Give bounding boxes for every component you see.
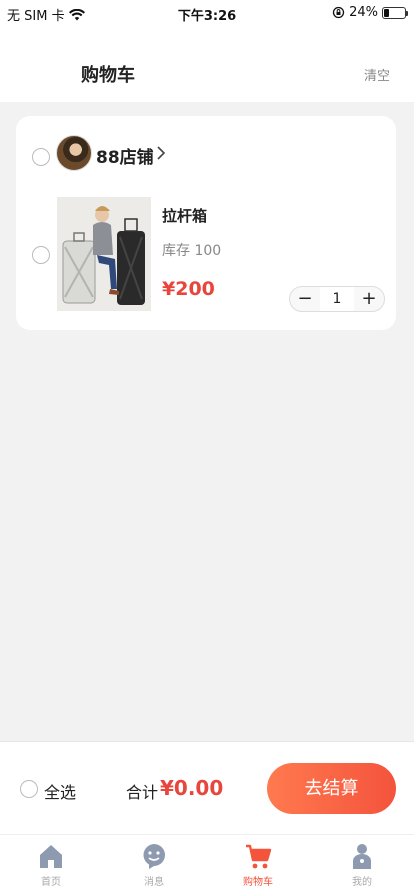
nav-bar: 购物车 清空	[0, 28, 414, 102]
product-price: ¥200	[162, 278, 215, 300]
product-stock: 库存 100	[162, 243, 222, 259]
tab-home[interactable]: 首页	[11, 841, 91, 888]
clear-cart-button[interactable]: 清空	[364, 65, 390, 84]
page-title: 购物车	[81, 65, 135, 86]
battery-fill	[384, 8, 389, 17]
tab-label-home: 首页	[41, 877, 61, 888]
quantity-stepper: − 1 +	[289, 286, 385, 312]
battery-icon	[382, 6, 408, 19]
decrement-button[interactable]: −	[290, 287, 320, 311]
store-card: 88店铺 拉杆箱 库存 100 ¥200 − 1 +	[16, 116, 396, 330]
total-label: 合计	[126, 783, 159, 802]
tab-cart[interactable]: 购物车	[218, 841, 298, 888]
tab-label-messages: 消息	[144, 877, 164, 888]
product-select-radio[interactable]	[32, 246, 50, 264]
checkout-button[interactable]: 去结算	[267, 763, 396, 814]
status-bar: 无 SIM 卡 下午3:26 24%	[0, 0, 414, 28]
tab-bar: 首页 消息 购物车 我的	[0, 834, 414, 896]
total-value: ¥0.00	[160, 776, 224, 800]
tab-messages[interactable]: 消息	[114, 841, 194, 888]
product-name[interactable]: 拉杆箱	[162, 205, 207, 226]
store-avatar	[56, 135, 92, 171]
message-icon	[143, 844, 165, 869]
chevron-right-icon[interactable]	[155, 144, 167, 162]
select-all-radio[interactable]	[20, 780, 38, 798]
tab-label-profile: 我的	[352, 877, 372, 888]
profile-icon	[353, 844, 371, 869]
select-all-label[interactable]: 全选	[44, 779, 76, 803]
home-icon	[40, 845, 62, 868]
store-select-radio[interactable]	[32, 148, 50, 166]
product-image[interactable]	[57, 197, 151, 311]
increment-button[interactable]: +	[354, 287, 384, 311]
checkout-bar: 全选 合计 ¥0.00 去结算	[0, 741, 414, 834]
tab-profile[interactable]: 我的	[322, 841, 402, 888]
tab-label-cart: 购物车	[243, 877, 273, 888]
orientation-lock-icon	[332, 6, 345, 19]
cart-icon	[246, 844, 272, 869]
quantity-value[interactable]: 1	[320, 287, 354, 311]
battery-percent: 24%	[349, 5, 378, 20]
store-name[interactable]: 88店铺	[96, 143, 154, 168]
status-right-group: 24%	[332, 5, 408, 20]
